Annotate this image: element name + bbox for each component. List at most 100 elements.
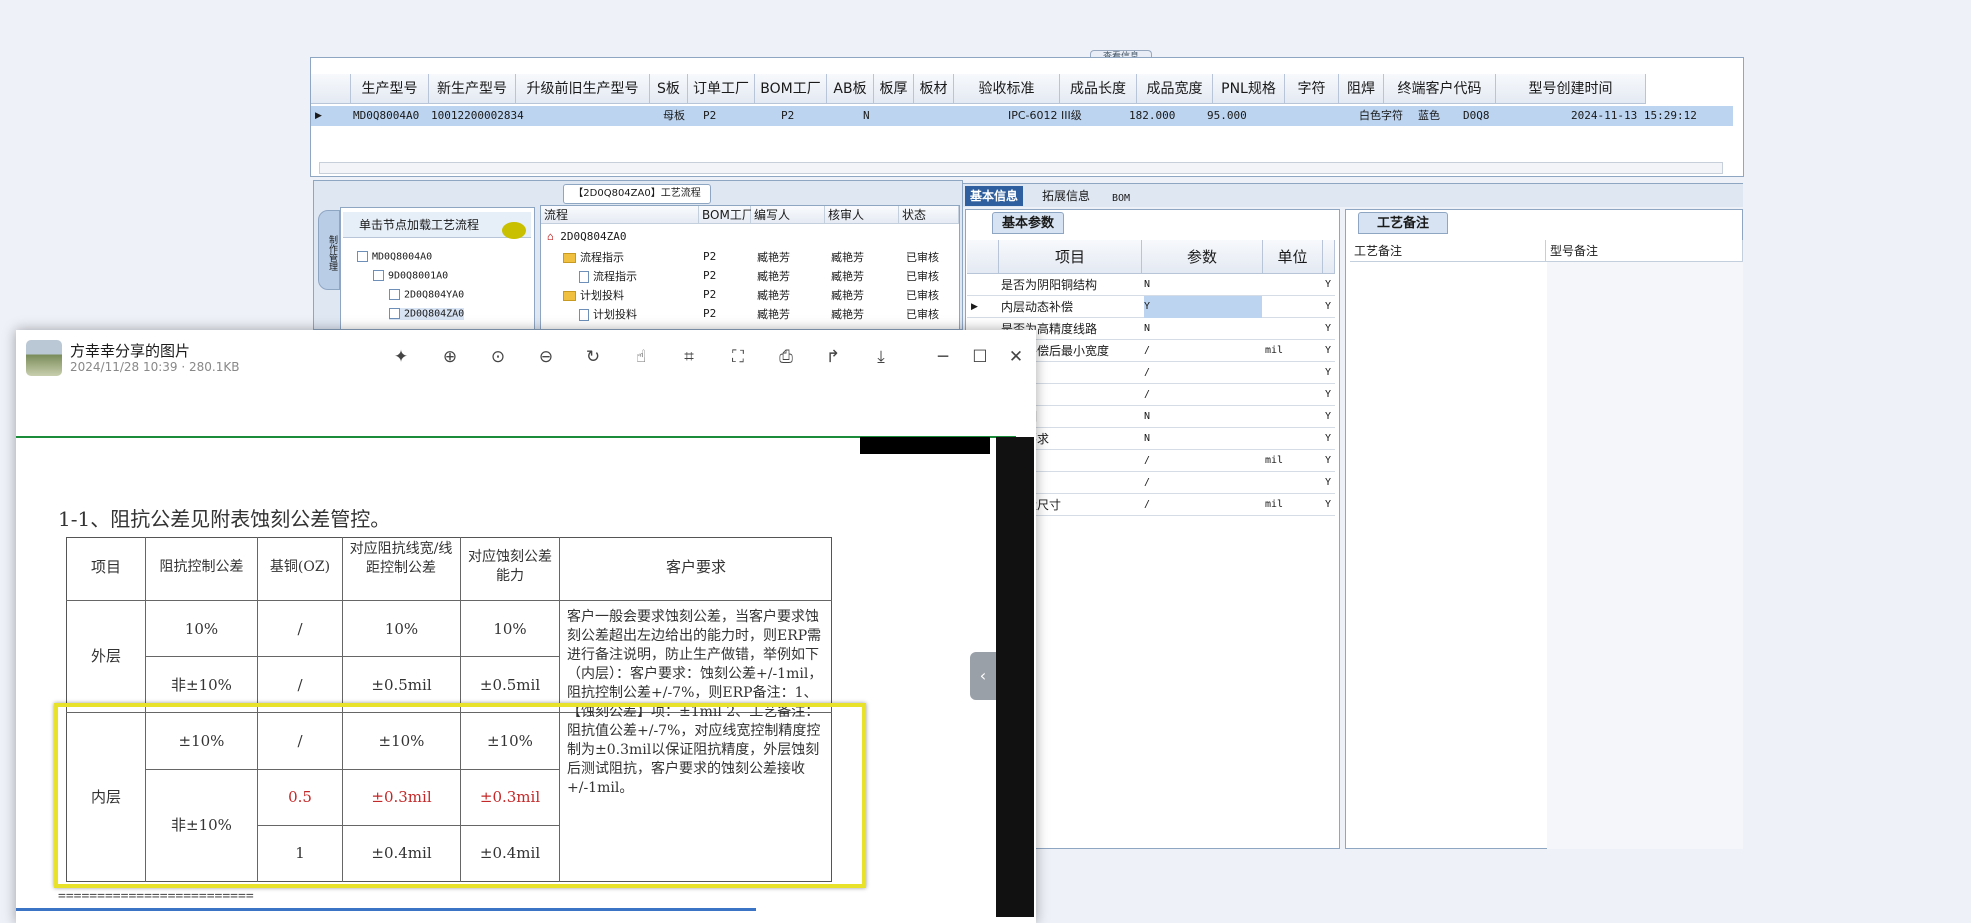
params-col-header[interactable]: 参数 xyxy=(1142,240,1263,274)
side-tab[interactable]: 制作管理 xyxy=(318,210,340,290)
flow-col-header[interactable]: 核审人 xyxy=(825,206,899,224)
col-header[interactable]: 成品长度 xyxy=(1060,74,1137,104)
horizontal-scrollbar[interactable] xyxy=(319,162,1723,174)
close-button[interactable]: ✕ xyxy=(1003,344,1029,370)
param-value: / xyxy=(1144,499,1151,510)
node-icon xyxy=(357,251,368,262)
magic-icon[interactable]: ✦ xyxy=(388,344,414,370)
param-unit xyxy=(1265,318,1323,340)
flow-row[interactable]: 流程指示 xyxy=(563,249,624,265)
outer-label: 外层 xyxy=(90,647,121,665)
print-icon[interactable]: ⎙ xyxy=(773,344,799,370)
remarks-col-header[interactable]: 型号备注 xyxy=(1546,240,1743,262)
flow-bom: P2 xyxy=(703,288,717,301)
cell-width: 95.000 xyxy=(1207,109,1247,122)
cell-prod-model: MD0Q8004A0 xyxy=(353,109,420,122)
col-header[interactable]: 终端客户代码 xyxy=(1384,74,1496,104)
node-icon xyxy=(389,308,400,319)
flow-col-header[interactable]: BOM工厂 xyxy=(699,206,754,224)
remarks-col-header[interactable]: 工艺备注 xyxy=(1350,240,1546,262)
params-col-header[interactable]: 单位 xyxy=(1263,240,1323,274)
zoom-in-icon[interactable]: ⊕ xyxy=(437,344,463,370)
tab-process-remarks[interactable]: 工艺备注 xyxy=(1358,212,1448,234)
ocr-icon[interactable]: ⌗ xyxy=(676,344,702,370)
document-icon xyxy=(579,271,589,283)
document-icon xyxy=(579,309,589,321)
remarks-area[interactable] xyxy=(1547,262,1743,849)
grid-corner xyxy=(311,74,351,104)
col-header[interactable]: S板 xyxy=(650,74,688,104)
col-header[interactable]: 成品宽度 xyxy=(1137,74,1213,104)
rotate-icon[interactable]: ↻ xyxy=(580,344,606,370)
collapse-panel-button[interactable]: ‹ xyxy=(970,652,996,700)
flow-status: 已审核 xyxy=(906,270,939,283)
col-header[interactable]: 字符 xyxy=(1285,74,1339,104)
param-unit xyxy=(1265,472,1323,494)
col-header[interactable]: 阻焊 xyxy=(1339,74,1384,104)
flow-row[interactable]: 流程指示 xyxy=(579,268,637,284)
flow-row[interactable]: 计划投料 xyxy=(563,287,624,303)
table-line xyxy=(145,656,559,657)
param-value: / xyxy=(1144,389,1151,400)
param-value: / xyxy=(1144,455,1151,466)
th-customer: 客户要求 xyxy=(665,558,726,576)
param-unit xyxy=(1265,384,1323,406)
param-row[interactable]: 是否为阴阳铜结构 N Y xyxy=(967,274,1335,296)
zoom-out-icon[interactable]: ⊖ xyxy=(533,344,559,370)
minimize-button[interactable]: ─ xyxy=(930,344,956,370)
col-header[interactable]: 板材 xyxy=(914,74,954,104)
tab-basic-info[interactable]: 基本信息 xyxy=(965,186,1024,206)
flow-col-header[interactable]: 编写人 xyxy=(751,206,825,224)
tree-node[interactable]: 9D0Q8001A0 xyxy=(373,270,448,282)
tab-extended-info[interactable]: 拓展信息 xyxy=(1037,186,1095,206)
flow-col-header[interactable]: 流程 xyxy=(541,206,699,224)
home-icon: ⌂ xyxy=(547,230,554,243)
col-header[interactable]: 生产型号 xyxy=(351,74,429,104)
col-header[interactable]: PNL规格 xyxy=(1213,74,1285,104)
row-pointer-icon: ▶ xyxy=(315,111,322,121)
col-header[interactable]: 新生产型号 xyxy=(429,74,516,104)
tab-basic-params[interactable]: 基本参数 xyxy=(992,212,1064,234)
tab-bom[interactable]: BOM xyxy=(1107,189,1135,209)
flow-row[interactable]: 计划投料 xyxy=(579,306,637,322)
share-icon[interactable]: ↱ xyxy=(820,344,846,370)
progress-bar xyxy=(16,908,756,911)
col-header[interactable]: 升级前旧生产型号 xyxy=(516,74,650,104)
col-header[interactable]: 板厚 xyxy=(874,74,914,104)
cell-standard: IPC-6012 III级 xyxy=(1008,109,1082,122)
param-value: N xyxy=(1144,433,1151,444)
flow-bom: P2 xyxy=(703,250,717,263)
param-unit: mil xyxy=(1265,499,1284,510)
params-col-header[interactable]: 项目 xyxy=(999,240,1142,274)
param-value: N xyxy=(1144,323,1151,334)
flow-col-header[interactable]: 状态 xyxy=(899,206,959,224)
param-value: / xyxy=(1144,367,1151,378)
col-header[interactable]: 型号创建时间 xyxy=(1496,74,1646,104)
doc-heading: 1-1、阻抗公差见附表蚀刻公差管控。 xyxy=(58,507,391,531)
table-line xyxy=(66,600,832,601)
tree-node[interactable]: 2D0Q804YA0 xyxy=(389,289,464,301)
param-flag: Y xyxy=(1325,499,1332,510)
hand-icon[interactable]: ☝ xyxy=(628,344,654,370)
col-header[interactable]: AB板 xyxy=(827,74,874,104)
params-col-header-extra xyxy=(1323,240,1335,274)
param-flag: Y xyxy=(1325,455,1332,466)
param-row[interactable]: ▶ 内层动态补偿 Y Y xyxy=(967,296,1335,318)
row-pointer-icon: ▶ xyxy=(971,302,978,312)
col-header[interactable]: 验收标准 xyxy=(954,74,1060,104)
screenshot-icon[interactable]: ⛶ xyxy=(725,344,751,370)
cell-ab: N xyxy=(863,109,870,122)
col-header[interactable]: 订单工厂 xyxy=(688,74,755,104)
col-header[interactable]: BOM工厂 xyxy=(755,74,827,104)
tree-node[interactable]: MD0Q8004A0 xyxy=(357,251,432,263)
model-grid: 生产型号 新生产型号 升级前旧生产型号 S板 订单工厂 BOM工厂 AB板 板厚… xyxy=(310,57,1744,177)
tree-node-selected[interactable]: 2D0Q804ZA0 xyxy=(389,308,465,320)
param-value: / xyxy=(1144,345,1151,356)
flow-root[interactable]: ⌂ 2D0Q804ZA0 xyxy=(547,230,626,243)
fit-icon[interactable]: ⊙ xyxy=(485,344,511,370)
chat-bubble-icon[interactable] xyxy=(502,222,526,239)
flow-writer: 臧艳芳 xyxy=(757,308,790,321)
download-icon[interactable]: ⤓ xyxy=(868,344,894,370)
maximize-button[interactable]: ☐ xyxy=(967,344,993,370)
cell-cu: / xyxy=(297,676,303,694)
